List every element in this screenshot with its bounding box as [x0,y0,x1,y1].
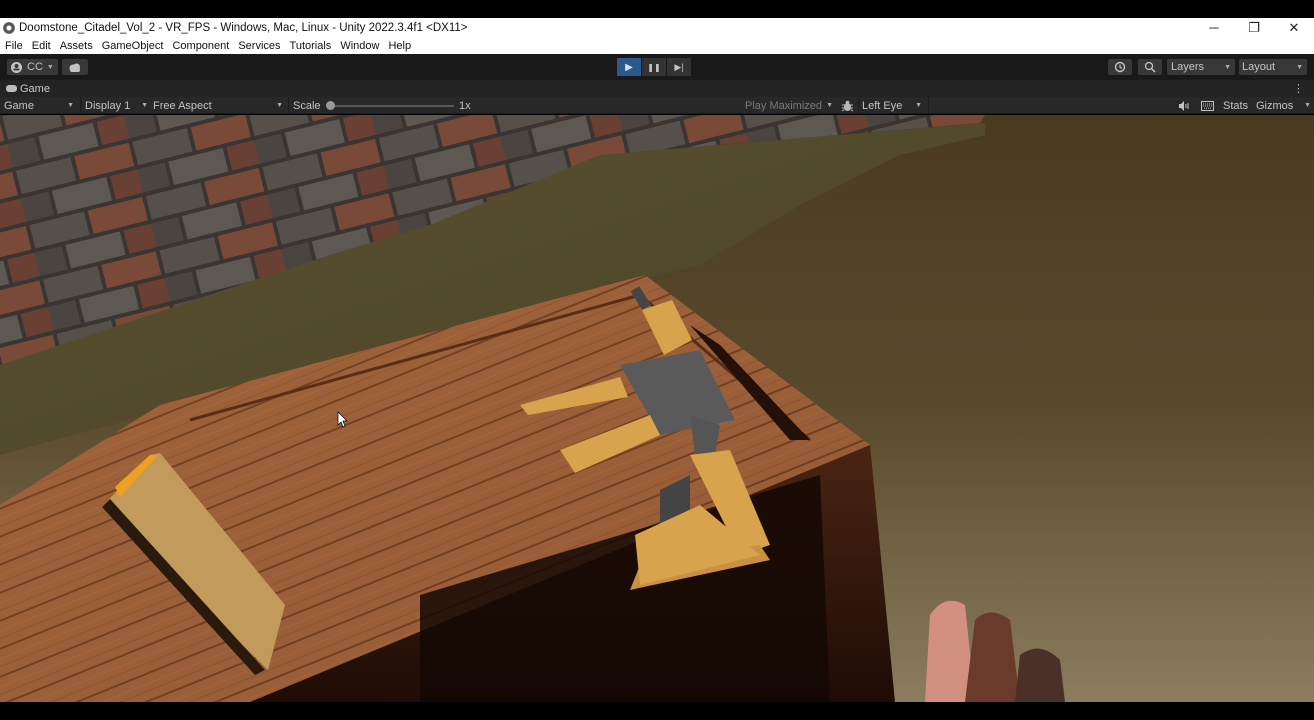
step-button[interactable]: ▶| [667,58,691,76]
divider [858,97,859,114]
menu-file[interactable]: File [0,40,27,52]
display-label: Display 1 [85,99,131,112]
main-toolbar: CC ▼ ▶ ❚❚ ▶| Layers ▼ Layout ▼ [0,54,1314,80]
step-icon: ▶| [674,61,684,72]
cloud-icon [69,63,80,72]
chevron-down-icon: ▼ [141,102,148,109]
aspect-label: Free Aspect [153,99,212,112]
window-controls: ─ ❐ ✕ [1194,18,1314,37]
chevron-down-icon: ▼ [915,102,922,109]
game-view-toolbar: Game ▼ Display 1 ▼ Free Aspect ▼ Scale 1… [0,97,1314,114]
screen-top-border [0,0,1314,18]
game-mode-label: Game [4,99,34,112]
layers-dropdown[interactable]: Layers ▼ [1167,59,1235,75]
menu-bar: File Edit Assets GameObject Component Se… [0,37,1314,54]
chevron-down-icon: ▼ [46,63,54,71]
speaker-icon [1179,100,1189,111]
menu-window[interactable]: Window [335,40,383,52]
scale-value: 1x [459,99,471,112]
divider [80,97,81,114]
restore-button[interactable]: ❐ [1234,18,1274,37]
window-title: Doomstone_Citadel_Vol_2 - VR_FPS - Windo… [19,21,468,34]
divider [928,97,929,114]
mute-audio-button[interactable] [1178,97,1190,114]
eye-label: Left Eye [862,99,903,112]
menu-services[interactable]: Services [233,40,284,52]
layers-label: Layers [1171,61,1205,73]
scale-slider-handle[interactable] [326,101,335,110]
layout-dropdown[interactable]: Layout ▼ [1239,59,1307,75]
eye-dropdown[interactable]: Left Eye ▼ [862,97,926,114]
chevron-down-icon: ▼ [1304,102,1311,109]
search-button[interactable] [1138,59,1162,75]
account-icon [11,61,22,73]
scale-slider-track[interactable] [330,105,454,107]
menu-gameobject[interactable]: GameObject [97,40,168,52]
play-icon: ▶ [625,61,633,73]
menu-help[interactable]: Help [383,40,415,52]
menu-edit[interactable]: Edit [27,40,55,52]
account-label: CC [27,61,43,73]
gizmos-label: Gizmos [1256,99,1294,112]
stats-button[interactable]: Stats [1223,97,1248,114]
minimize-button[interactable]: ─ [1194,18,1234,37]
tab-game[interactable]: Game [0,83,50,95]
window-titlebar: Doomstone_Citadel_Vol_2 - VR_FPS - Windo… [0,18,1314,37]
layout-label: Layout [1242,61,1276,73]
tab-options-icon[interactable]: ⋮ [1293,82,1304,95]
display-dropdown[interactable]: Display 1 ▼ [85,97,149,114]
game-tab-bar: Game ⋮ [0,80,1314,97]
play-button[interactable]: ▶ [617,58,641,76]
playback-controls: ▶ ❚❚ ▶| [617,58,692,76]
unity-logo-icon [3,21,15,34]
scale-label: Scale [293,99,321,112]
shortcuts-button[interactable] [1201,97,1214,114]
tab-game-label: Game [20,82,50,95]
close-button[interactable]: ✕ [1274,18,1314,37]
screen-bottom-border [0,702,1314,720]
history-button[interactable] [1108,59,1132,75]
chevron-down-icon: ▼ [826,102,833,109]
menu-component[interactable]: Component [167,40,233,52]
cloud-button[interactable] [62,59,88,75]
history-icon [1114,61,1126,73]
aspect-dropdown[interactable]: Free Aspect ▼ [153,97,287,114]
account-dropdown[interactable]: CC ▼ [7,59,58,75]
menu-assets[interactable]: Assets [55,40,97,52]
bug-icon [841,100,854,111]
keyboard-icon [1201,100,1214,111]
chevron-down-icon: ▼ [1296,63,1303,71]
pause-icon: ❚❚ [647,62,661,72]
play-maximized-label: Play Maximized [745,99,823,112]
gizmos-dropdown[interactable]: Gizmos ▼ [1256,97,1314,114]
chevron-down-icon: ▼ [67,102,74,109]
divider [288,97,289,114]
debug-button[interactable] [841,97,854,114]
game-scene [0,115,1314,702]
search-icon [1144,61,1156,73]
gamepad-icon [6,85,17,92]
play-maximized-dropdown[interactable]: Play Maximized ▼ [745,97,833,114]
game-mode-dropdown[interactable]: Game ▼ [4,97,78,114]
chevron-down-icon: ▼ [276,102,283,109]
pause-button[interactable]: ❚❚ [642,58,666,76]
chevron-down-icon: ▼ [1224,63,1231,71]
game-viewport[interactable] [0,115,1314,702]
menu-tutorials[interactable]: Tutorials [285,40,336,52]
